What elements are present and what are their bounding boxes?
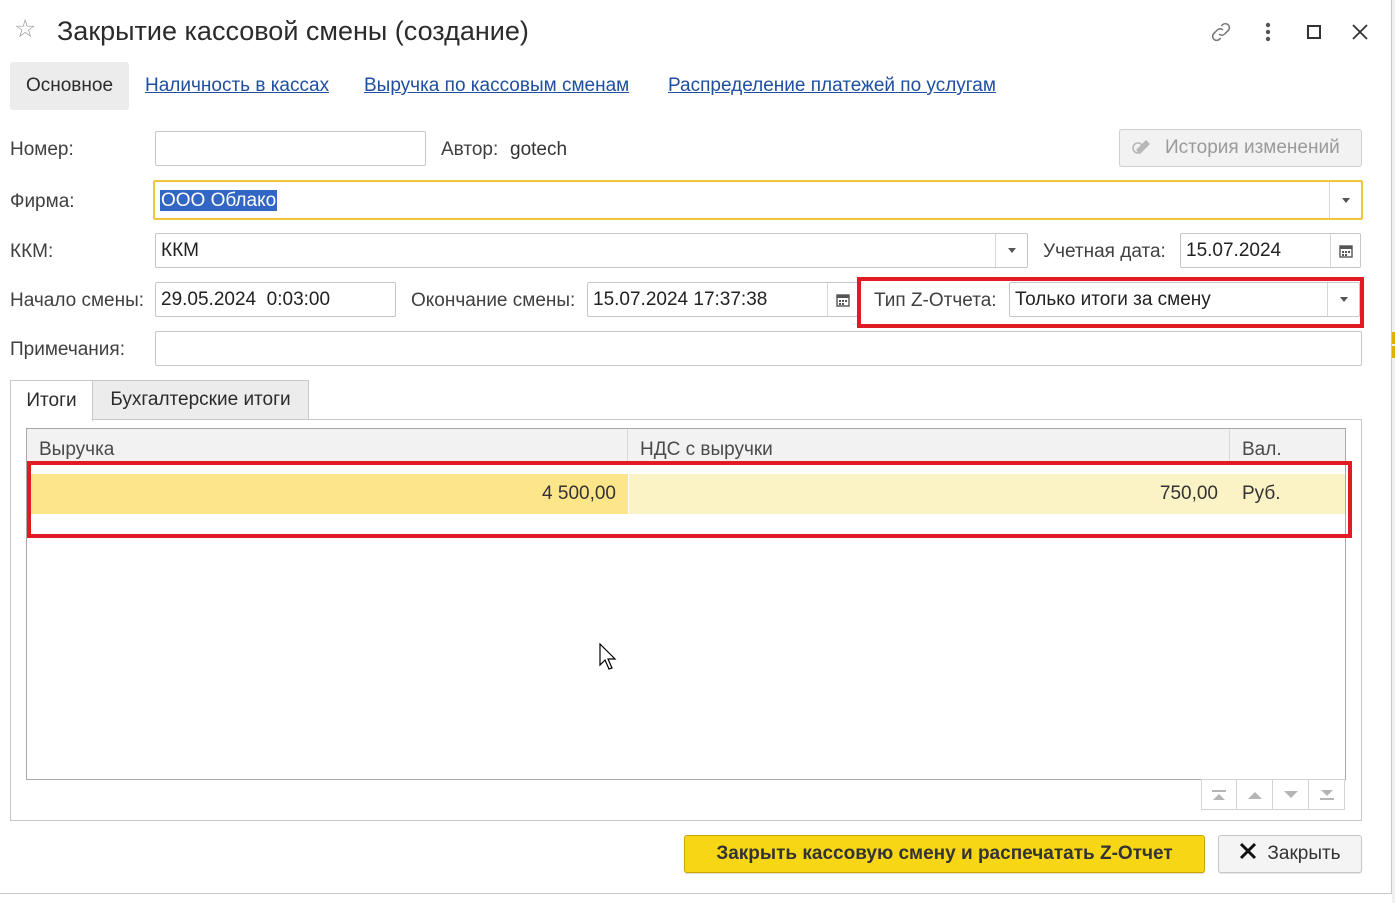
mouse-cursor-icon [599,642,619,677]
close-button-label: Закрыть [1267,843,1341,864]
close-x-icon [1239,842,1257,866]
author-label: Автор: [441,139,499,160]
tab-payment-distribution[interactable]: Распределение платежей по услугам [668,62,996,110]
shift-start-label: Начало смены: [10,290,145,311]
star-icon[interactable]: ☆ [14,17,36,42]
move-first-icon[interactable] [1201,779,1237,810]
move-down-icon[interactable] [1273,779,1309,810]
shift-end-field[interactable]: 15.07.2024 17:37:38 [587,282,858,317]
calendar-icon[interactable] [827,283,857,316]
shift-start-value: 29.05.2024 0:03:00 [161,289,331,310]
close-icon[interactable] [1347,19,1373,45]
firm-field[interactable]: ООО Облако [153,180,1363,220]
document-window: ☆ Закрытие кассовой смены (создание) Осн… [0,0,1392,894]
table-header: Выручка НДС с выручки Вал. [27,429,1345,462]
calendar-icon[interactable] [1330,234,1360,267]
shift-start-field[interactable]: 29.05.2024 0:03:00 [155,282,396,317]
tab-revenue-by-shifts[interactable]: Выручка по кассовым сменам [364,62,629,110]
notes-field[interactable] [155,331,1362,366]
row-navigation [1201,779,1345,810]
kkm-label: ККМ: [10,241,54,262]
highlight-frame [857,277,1364,328]
history-icon [1132,134,1156,162]
column-header-currency[interactable]: Вал. [1230,429,1347,462]
more-vertical-icon[interactable] [1255,19,1281,45]
tab-main[interactable]: Основное [10,62,129,110]
accounting-date-label: Учетная дата: [1043,241,1166,262]
highlight-frame [27,461,1352,538]
maximize-icon[interactable] [1301,19,1327,45]
accounting-date-value: 15.07.2024 [1186,240,1282,261]
shift-end-value: 15.07.2024 17:37:38 [593,289,768,310]
firm-label: Фирма: [10,191,75,212]
number-label: Номер: [10,139,74,160]
tab-cash-in-registers[interactable]: Наличность в кассах [145,62,329,110]
history-button-label: История изменений [1165,137,1340,158]
author-value: gotech [510,139,568,160]
move-last-icon[interactable] [1309,779,1345,810]
kkm-value: ККМ [161,240,199,261]
number-field[interactable] [155,131,426,166]
move-up-icon[interactable] [1237,779,1273,810]
firm-dropdown-icon[interactable] [1329,182,1361,218]
tab-accounting-totals[interactable]: Бухгалтерские итоги [92,380,309,420]
column-header-vat[interactable]: НДС с выручки [628,429,1230,462]
firm-value: ООО Облако [160,190,278,211]
shift-end-label: Окончание смены: [411,290,576,311]
window-title: Закрытие кассовой смены (создание) [57,16,529,46]
history-button[interactable]: История изменений [1119,129,1362,167]
notes-label: Примечания: [10,339,125,360]
kkm-dropdown-icon[interactable] [995,234,1027,267]
tab-totals[interactable]: Итоги [10,380,93,421]
close-button[interactable]: Закрыть [1218,835,1362,873]
close-shift-print-button[interactable]: Закрыть кассовую смену и распечатать Z-О… [684,835,1205,873]
link-icon[interactable] [1208,19,1234,45]
column-header-revenue[interactable]: Выручка [27,429,628,462]
kkm-field[interactable]: ККМ [155,233,1028,268]
accounting-date-field[interactable]: 15.07.2024 [1180,233,1361,268]
title-bar: ☆ Закрытие кассовой смены (создание) [0,0,1392,62]
